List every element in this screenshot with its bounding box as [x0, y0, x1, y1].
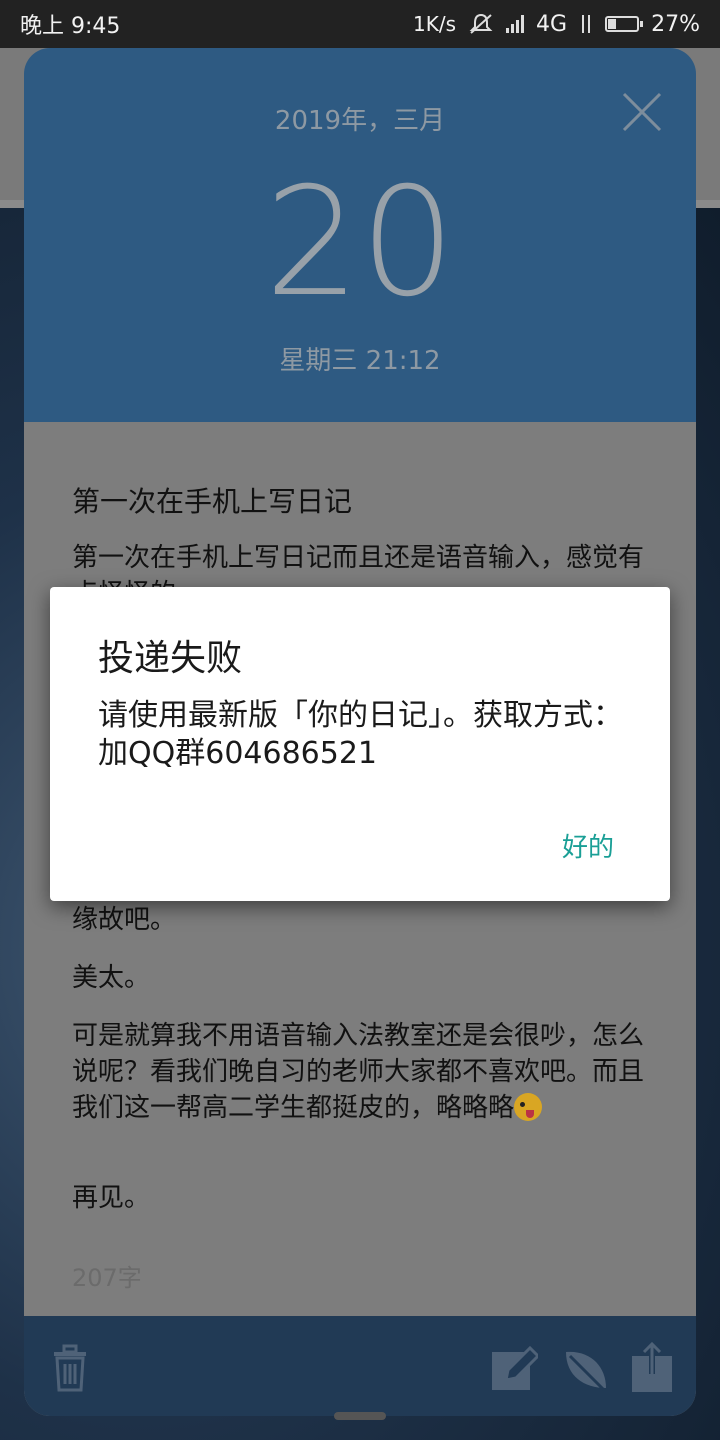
share-icon[interactable]	[630, 1342, 678, 1394]
diary-title: 第一次在手机上写日记	[72, 485, 353, 518]
trash-icon[interactable]	[46, 1342, 94, 1394]
diary-toolbar	[24, 1316, 696, 1416]
diary-paragraph: 再见。	[72, 1183, 151, 1213]
status-indicators: 1K/s 4G 27%	[413, 12, 700, 37]
diary-paragraph: 可是就算我不用语音输入法教室还是会很吵，怎么说呢？看我们晚自习的老师大家都不喜欢…	[72, 1018, 652, 1126]
diary-weekday-time: 星期三 21:12	[279, 346, 441, 376]
diary-paragraph: 缘故吧。	[72, 905, 177, 935]
data-arrows-icon	[582, 15, 591, 33]
status-bar: 晚上 9:45 1K/s 4G 27%	[0, 0, 720, 48]
dialog-title: 投递失败	[98, 638, 243, 679]
mute-bell-icon	[469, 13, 493, 34]
battery-icon	[605, 16, 644, 32]
leaf-icon[interactable]	[560, 1342, 608, 1394]
dialog-message: 请使用最新版「你的日记」。获取方式：加QQ群604686521	[98, 698, 623, 771]
tongue-wink-emoji-icon	[514, 1093, 543, 1121]
home-indicator[interactable]	[334, 1412, 386, 1420]
signal-icon	[506, 15, 525, 33]
diary-month: 2019年，三月	[274, 106, 446, 136]
diary-paragraph-text: 可是就算我不用语音输入法教室还是会很吵，怎么说呢？看我们晚自习的老师大家都不喜欢…	[72, 1021, 645, 1123]
battery-percent: 27%	[651, 11, 700, 37]
error-dialog: 投递失败 请使用最新版「你的日记」。获取方式：加QQ群604686521 好的	[50, 587, 670, 901]
diary-day: 20	[264, 156, 456, 330]
status-time: 晚上 9:45	[20, 14, 121, 39]
ok-button[interactable]: 好的	[538, 819, 638, 871]
net-speed: 1K/s	[413, 12, 457, 36]
network-type: 4G	[536, 11, 568, 37]
diary-paragraph: 美太。	[72, 963, 151, 993]
diary-header: 2019年，三月 20 星期三 21:12	[24, 48, 696, 422]
battery-fill	[608, 19, 617, 29]
word-count: 207字	[72, 1264, 142, 1292]
edit-icon[interactable]	[490, 1342, 538, 1394]
close-icon[interactable]	[620, 90, 664, 134]
